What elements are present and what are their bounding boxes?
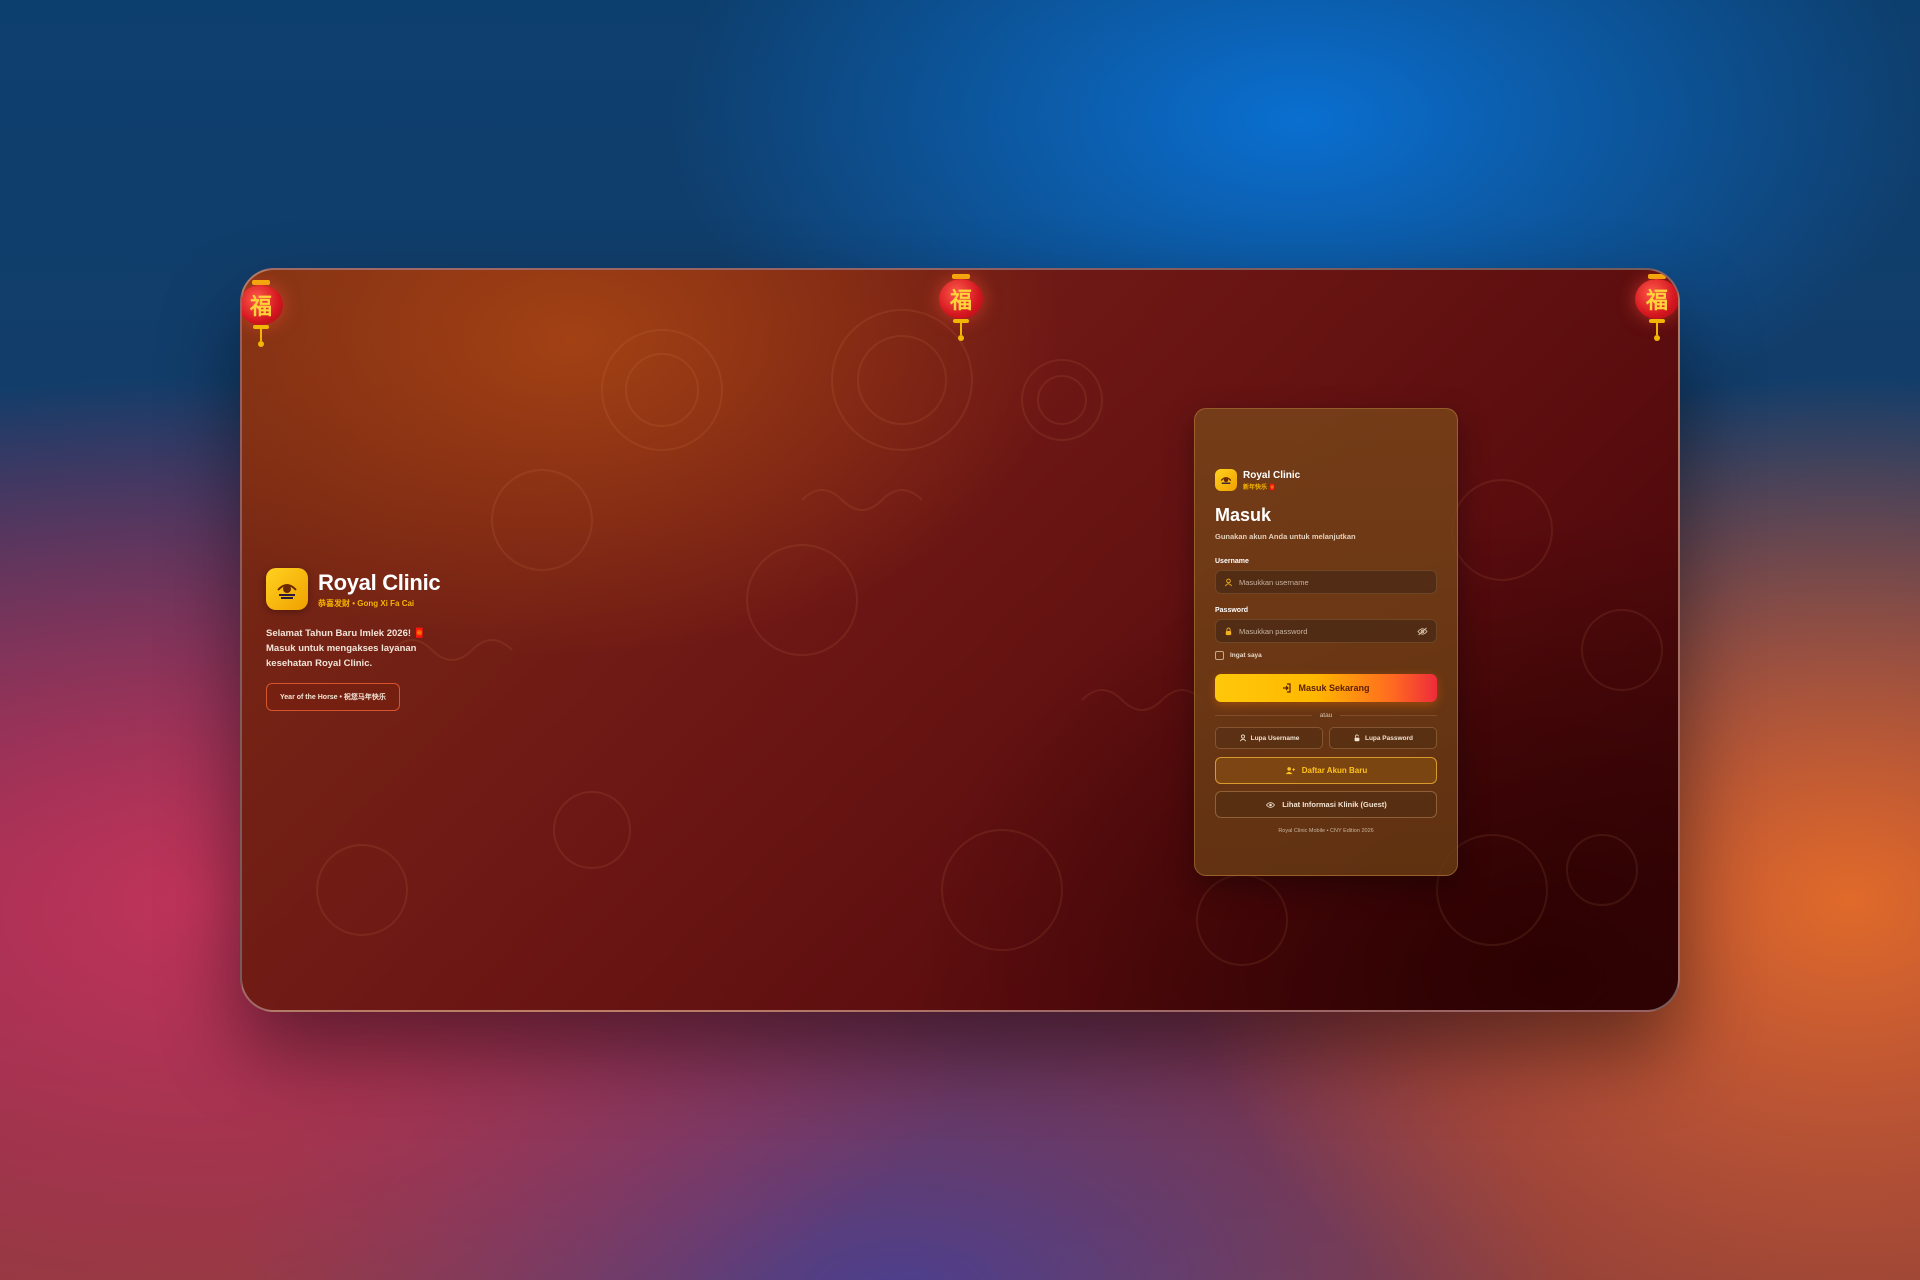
brand-subtitle: 恭喜发财 • Gong Xi Fa Cai [318,598,415,608]
user-icon [1239,734,1247,742]
card-brand-text: Royal Clinic 新年快乐 🧧 [1243,470,1300,491]
user-plus-icon [1285,766,1296,775]
lock-icon [1224,627,1233,636]
app-window: 福 福 福 Royal Clinic 恭喜发财 • Gong Xi Fa Cai… [240,268,1680,1012]
forgot-username-label: Lupa Username [1250,734,1300,742]
password-field [1215,619,1437,643]
lantern-tassel [958,335,964,341]
background-pattern [316,309,1663,966]
username-field [1215,570,1437,594]
brand-title-group: Royal Clinic 恭喜发财 • Gong Xi Fa Cai [318,569,441,609]
password-label: Password [1215,607,1249,614]
key-icon [1353,734,1361,742]
login-title: Masuk [1215,505,1272,525]
username-input[interactable] [1239,577,1428,587]
lantern-right: 福 [1634,274,1678,341]
login-card: Royal Clinic 新年快乐 🧧 Masuk Gunakan akun A… [1194,408,1458,876]
lantern-tassel [258,341,264,347]
lantern-body: 福 [1635,279,1678,319]
guest-info-label: Lihat Informasi Klinik (Guest) [1282,800,1387,809]
submit-login-label: Masuk Sekarang [1298,683,1370,693]
divider-line [1340,715,1437,716]
lantern-string [1656,323,1658,335]
clinic-logo-icon [266,568,308,610]
forgot-username-button[interactable]: Lupa Username [1215,727,1323,749]
lantern-string [960,323,962,335]
eye-off-icon[interactable] [1417,627,1428,636]
submit-login-button[interactable]: Masuk Sekarang [1215,674,1437,702]
lantern-tassel [1654,335,1660,341]
remember-checkbox[interactable] [1215,651,1224,660]
card-brand: Royal Clinic 新年快乐 🧧 [1215,469,1437,491]
lantern-left: 福 [242,280,284,347]
card-footer: Royal Clinic Mobile • CNY Edition 2026 [1278,828,1374,834]
forgot-password-button[interactable]: Lupa Password [1329,727,1437,749]
divider-label: atau [1319,712,1333,719]
guest-info-button[interactable]: Lihat Informasi Klinik (Guest) [1215,791,1437,818]
username-label: Username [1215,558,1249,565]
divider-line [1215,715,1312,716]
card-brand-title: Royal Clinic [1243,469,1301,481]
lantern-string [260,329,262,341]
year-badge: Year of the Horse • 祝您马年快乐 [266,683,400,711]
brand-greeting: Selamat Tahun Baru Imlek 2026! 🧧 Masuk u… [266,628,426,669]
password-input[interactable] [1239,626,1411,636]
recovery-buttons: Lupa Username Lupa Password [1215,727,1437,749]
or-divider: atau [1215,712,1437,719]
brand-header: Royal Clinic 恭喜发财 • Gong Xi Fa Cai [266,568,441,610]
login-subtitle: Gunakan akun Anda untuk melanjutkan [1215,532,1356,541]
brand-panel: Royal Clinic 恭喜发财 • Gong Xi Fa Cai Selam… [266,568,441,711]
brand-title: Royal Clinic [318,569,441,595]
lantern-body: 福 [939,279,983,319]
register-label: Daftar Akun Baru [1301,766,1368,775]
login-icon [1282,683,1292,693]
card-brand-subtitle: 新年快乐 🧧 [1243,484,1277,491]
user-icon [1224,578,1233,587]
forgot-password-label: Lupa Password [1364,734,1414,742]
lantern-body: 福 [242,285,283,325]
lantern-center: 福 [938,274,984,341]
clinic-logo-icon [1215,469,1237,491]
eye-icon [1265,801,1276,809]
register-button[interactable]: Daftar Akun Baru [1215,757,1437,784]
remember-label: Ingat saya [1230,652,1262,659]
remember-me[interactable]: Ingat saya [1215,651,1437,660]
